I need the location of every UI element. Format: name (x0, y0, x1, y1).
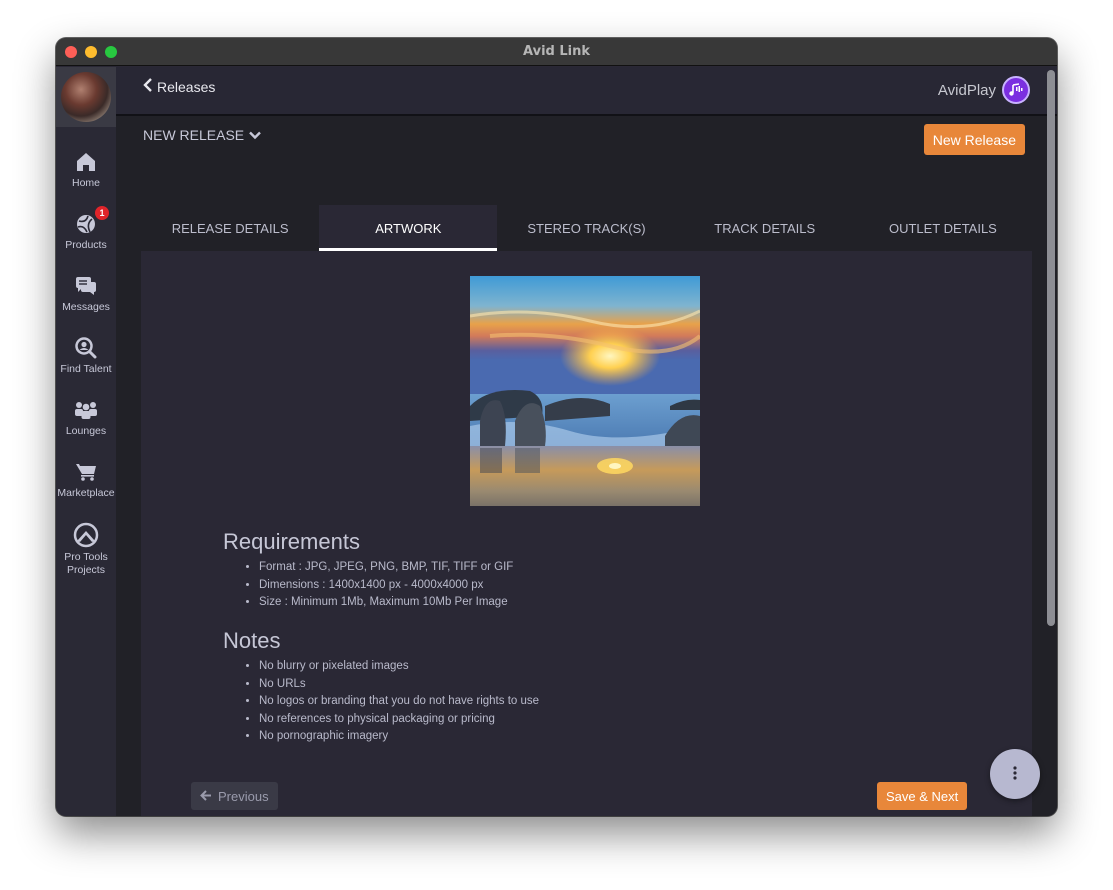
sidebar-item-label: Home (71, 177, 100, 189)
notes-list: No blurry or pixelated images No URLs No… (259, 658, 539, 746)
save-and-next-button[interactable]: Save & Next (877, 782, 968, 810)
list-item: Format : JPG, JPEG, PNG, BMP, TIF, TIFF … (259, 559, 513, 577)
list-item: Dimensions : 1400x1400 px - 4000x4000 px (259, 577, 513, 595)
window-controls (65, 46, 117, 58)
sidebar-item-messages[interactable]: Messages (56, 274, 116, 314)
close-window-button[interactable] (65, 46, 77, 58)
back-to-releases-link[interactable]: Releases (143, 78, 215, 95)
sidebar-item-home[interactable]: Home (56, 150, 116, 190)
requirements-section: Requirements Format : JPG, JPEG, PNG, BM… (223, 529, 513, 612)
minimize-window-button[interactable] (85, 46, 97, 58)
requirements-heading: Requirements (223, 529, 360, 554)
release-select-dropdown[interactable]: NEW RELEASE (143, 127, 261, 143)
lounges-icon (74, 398, 98, 422)
avidplay-logo-icon (1002, 76, 1030, 104)
home-icon (74, 150, 98, 174)
window-title: Avid Link (523, 44, 590, 59)
list-item: No references to physical packaging or p… (259, 711, 539, 729)
tab-release-details[interactable]: RELEASE DETAILS (141, 205, 319, 251)
app-window: Avid Link Home 1 Products Messages Find … (56, 38, 1057, 816)
brand: AvidPlay (938, 76, 1030, 104)
sidebar-item-label: Pro Tools Projects (64, 551, 108, 576)
sidebar-item-pro-tools-projects[interactable]: Pro Tools Projects (56, 522, 116, 577)
more-actions-button[interactable] (990, 749, 1040, 799)
notification-badge: 1 (95, 206, 109, 220)
sidebar-item-label: Lounges (65, 425, 107, 437)
header: Releases AvidPlay (116, 67, 1057, 116)
main-panel: Releases AvidPlay NEW RELEASE New Releas… (116, 67, 1057, 816)
maximize-window-button[interactable] (105, 46, 117, 58)
chevron-down-icon (249, 127, 261, 143)
vertical-scrollbar[interactable] (1047, 70, 1055, 626)
title-bar: Avid Link (56, 38, 1057, 66)
artwork-image[interactable] (470, 276, 700, 506)
list-item: No logos or branding that you do not hav… (259, 693, 539, 711)
tab-track-details[interactable]: TRACK DETAILS (676, 205, 854, 251)
avatar[interactable] (61, 72, 111, 122)
sidebar-item-label: Messages (62, 301, 110, 313)
release-tabs: RELEASE DETAILS ARTWORK STEREO TRACK(S) … (141, 205, 1032, 251)
sidebar-item-label: Products (65, 239, 107, 251)
sidebar-item-label: Marketplace (57, 487, 115, 499)
notes-section: Notes No blurry or pixelated images No U… (223, 628, 539, 746)
list-item: Size : Minimum 1Mb, Maximum 10Mb Per Ima… (259, 594, 513, 612)
list-item: No blurry or pixelated images (259, 658, 539, 676)
requirements-list: Format : JPG, JPEG, PNG, BMP, TIF, TIFF … (259, 559, 513, 612)
tab-stereo-tracks[interactable]: STEREO TRACK(S) (497, 205, 675, 251)
sidebar-item-find-talent[interactable]: Find Talent (56, 336, 116, 376)
avatar-container[interactable] (56, 67, 116, 127)
tab-artwork[interactable]: ARTWORK (319, 205, 498, 251)
sidebar-item-marketplace[interactable]: Marketplace (56, 460, 116, 500)
arrow-left-icon (200, 789, 212, 804)
previous-button-label: Previous (218, 788, 269, 804)
sidebar: Home 1 Products Messages Find Talent Lou… (56, 67, 116, 816)
back-link-label: Releases (157, 78, 216, 95)
release-select-value: NEW RELEASE (143, 127, 245, 143)
find-talent-icon (74, 336, 98, 360)
sidebar-item-lounges[interactable]: Lounges (56, 398, 116, 438)
cart-icon (74, 460, 98, 484)
tab-outlet-details[interactable]: OUTLET DETAILS (854, 205, 1032, 251)
sidebar-item-label: Find Talent (60, 363, 112, 375)
pro-tools-icon (73, 522, 99, 548)
messages-icon (74, 274, 98, 298)
products-icon (74, 212, 98, 236)
list-item: No pornographic imagery (259, 728, 539, 746)
list-item: No URLs (259, 676, 539, 694)
new-release-button[interactable]: New Release (923, 124, 1025, 155)
artwork-panel: Requirements Format : JPG, JPEG, PNG, BM… (141, 251, 1032, 816)
previous-button[interactable]: Previous (191, 782, 278, 810)
more-vertical-icon (1013, 765, 1017, 784)
chevron-left-icon (143, 78, 153, 95)
notes-heading: Notes (223, 628, 281, 653)
brand-label: AvidPlay (937, 81, 996, 99)
sidebar-item-products[interactable]: 1 Products (56, 206, 116, 252)
